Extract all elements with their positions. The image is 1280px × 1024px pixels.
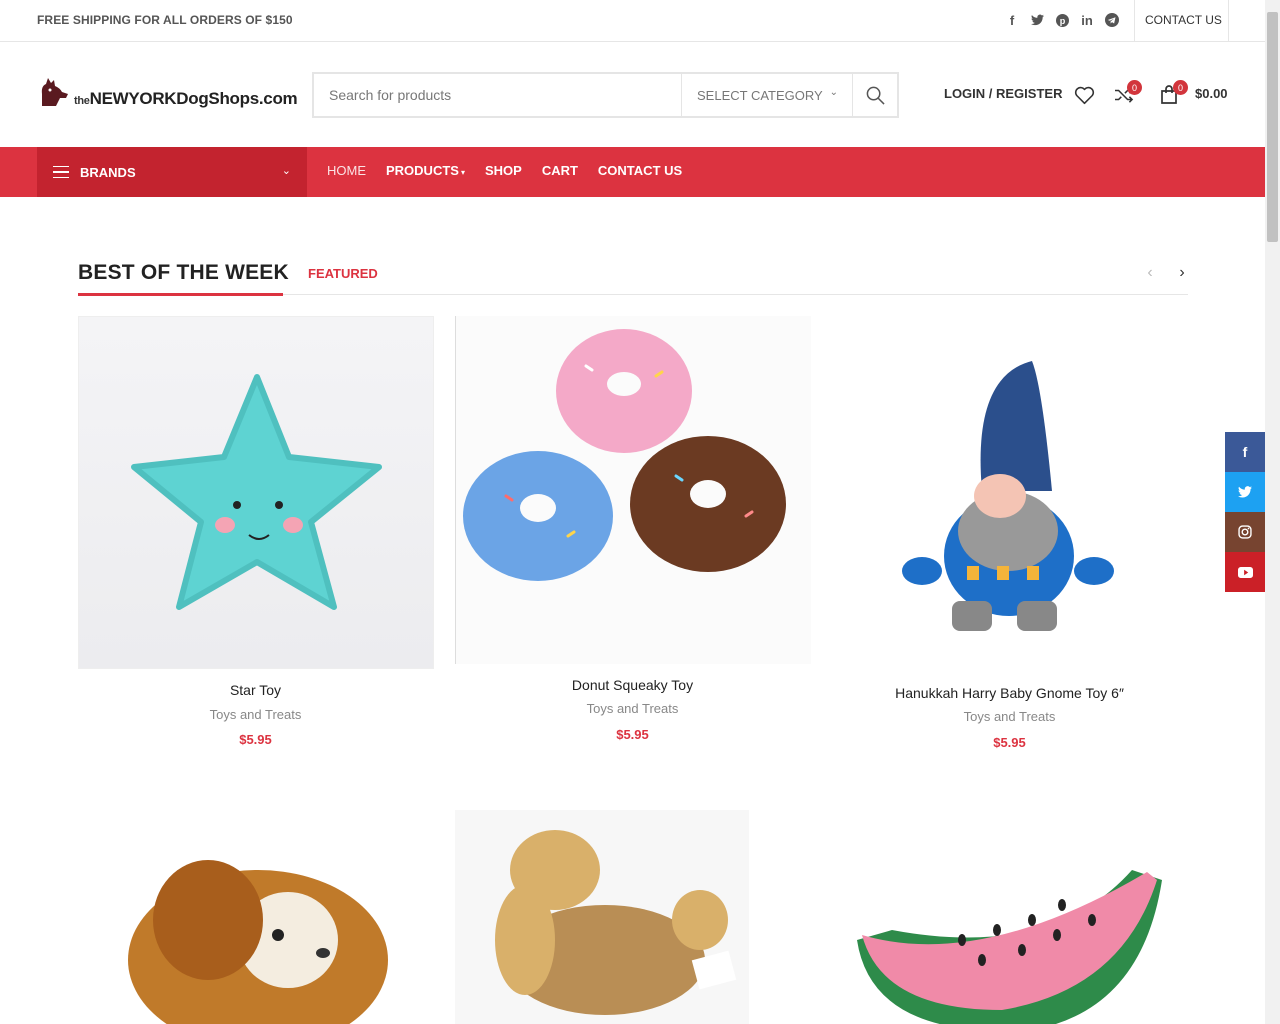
search-icon	[866, 86, 885, 105]
pinterest-icon[interactable]: p	[1054, 12, 1070, 28]
product-category[interactable]: Toys and Treats	[78, 707, 433, 722]
top-social-links: f p in	[1004, 12, 1120, 28]
chevron-down-icon: ▾	[460, 168, 465, 177]
nav-products-label: PRODUCTS	[386, 163, 459, 178]
scrollbar-thumb[interactable]	[1267, 12, 1278, 242]
product-category[interactable]: Toys and Treats	[455, 701, 810, 716]
shipping-notice: FREE SHIPPING FOR ALL ORDERS OF $150	[37, 13, 293, 27]
product-price: $5.95	[993, 735, 1026, 750]
main-navigation: BRANDS ⌄ HOME PRODUCTS ▾ SHOP CART CONTAC…	[0, 147, 1265, 197]
carousel-prev-button[interactable]: ‹	[1140, 263, 1160, 283]
search-input[interactable]	[314, 74, 681, 116]
top-bar: FREE SHIPPING FOR ALL ORDERS OF $150 f p…	[0, 0, 1265, 42]
brands-label: BRANDS	[80, 164, 136, 180]
product-image[interactable]	[832, 316, 1188, 671]
product-image[interactable]	[832, 810, 1188, 1024]
chevron-right-icon: ›	[1179, 264, 1185, 281]
cart-count-badge: 0	[1173, 80, 1188, 95]
svg-text:p: p	[1059, 15, 1065, 25]
compare-button[interactable]: 0	[1113, 80, 1142, 106]
search-button[interactable]	[852, 74, 897, 116]
category-select-label: SELECT CATEGORY	[697, 87, 823, 103]
telegram-icon[interactable]	[1104, 12, 1120, 28]
carousel-next-button[interactable]: ›	[1172, 263, 1192, 283]
tab-featured[interactable]: FEATURED	[308, 266, 378, 281]
youtube-icon	[1237, 566, 1253, 578]
floating-youtube-button[interactable]	[1225, 552, 1265, 592]
chevron-left-icon: ‹	[1147, 264, 1153, 281]
product-price: $5.95	[616, 727, 649, 742]
compare-count-badge: 0	[1127, 80, 1142, 95]
category-select[interactable]: SELECT CATEGORY ⌄	[681, 74, 852, 116]
twitter-icon[interactable]	[1029, 12, 1045, 28]
nav-home[interactable]: HOME	[327, 163, 366, 178]
wishlist-button[interactable]	[1073, 84, 1095, 106]
hamburger-icon	[53, 165, 69, 179]
chevron-down-icon: ⌄	[829, 87, 838, 98]
product-image[interactable]	[78, 810, 434, 1024]
section-title[interactable]: BEST OF THE WEEK	[78, 261, 289, 285]
heart-icon	[1074, 86, 1094, 104]
divider	[1134, 0, 1135, 42]
facebook-icon: f	[1242, 444, 1248, 460]
linkedin-icon[interactable]: in	[1079, 12, 1095, 28]
nav-shop[interactable]: SHOP	[485, 163, 522, 178]
top-contact-link[interactable]: CONTACT US	[1145, 13, 1222, 27]
nav-contact-us[interactable]: CONTACT US	[598, 163, 682, 178]
instagram-icon	[1238, 525, 1252, 539]
floating-facebook-button[interactable]: f	[1225, 432, 1265, 472]
site-logo[interactable]: theNEWYORKDogShops.com	[38, 76, 298, 112]
product-image[interactable]	[455, 316, 811, 664]
product-name[interactable]: Star Toy	[78, 682, 433, 698]
product-name[interactable]: Donut Squeaky Toy	[455, 677, 810, 693]
logo-text: NEWYORKDogShops.com	[89, 89, 298, 108]
nav-products[interactable]: PRODUCTS ▾	[386, 163, 465, 178]
product-image[interactable]	[78, 316, 434, 669]
logo-prefix: the	[74, 95, 90, 107]
divider	[1228, 0, 1229, 42]
floating-instagram-button[interactable]	[1225, 512, 1265, 552]
cart-button[interactable]: 0	[1158, 80, 1188, 106]
product-image[interactable]	[455, 810, 749, 1024]
dog-logo-icon	[41, 78, 68, 106]
facebook-icon[interactable]: f	[1004, 12, 1020, 28]
floating-twitter-button[interactable]	[1225, 472, 1265, 512]
nav-cart[interactable]: CART	[542, 163, 578, 178]
active-tab-underline	[78, 293, 283, 296]
search-bar: SELECT CATEGORY ⌄	[312, 72, 899, 118]
brands-menu-button[interactable]: BRANDS ⌄	[37, 147, 307, 197]
login-register-link[interactable]: LOGIN / REGISTER	[944, 86, 1062, 101]
twitter-icon	[1238, 486, 1252, 498]
cart-total[interactable]: $0.00	[1195, 86, 1228, 101]
chevron-down-icon: ⌄	[281, 165, 291, 177]
product-category[interactable]: Toys and Treats	[832, 709, 1187, 724]
product-name[interactable]: Hanukkah Harry Baby Gnome Toy 6″	[832, 685, 1187, 701]
product-price: $5.95	[239, 732, 272, 747]
